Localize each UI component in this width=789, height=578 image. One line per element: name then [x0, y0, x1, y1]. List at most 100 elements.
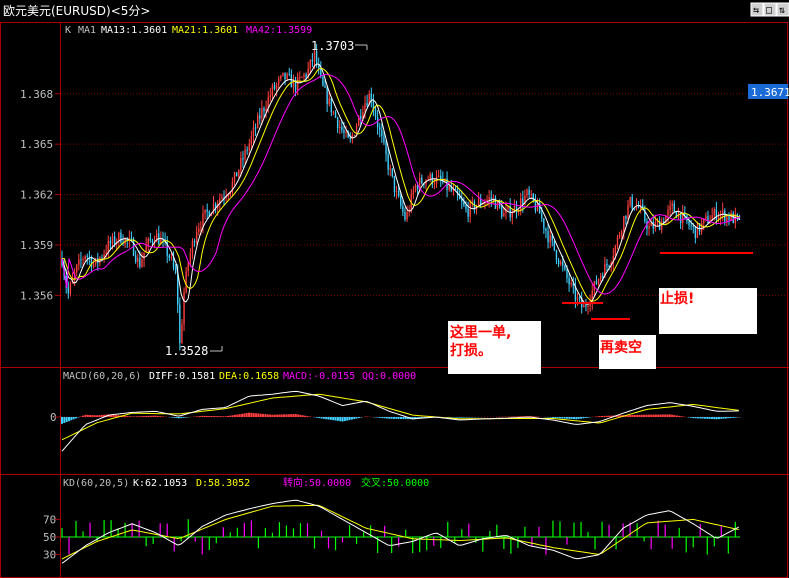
- macd-bar: [229, 415, 232, 417]
- macd-bar: [224, 416, 227, 417]
- candle-body: [520, 198, 522, 211]
- note-1-line2: 打损。: [450, 342, 492, 359]
- candle-body: [250, 135, 253, 144]
- candle-body: [381, 129, 383, 137]
- svg-text:□: □: [766, 5, 772, 16]
- k-label: K: [65, 25, 71, 36]
- candle-body: [67, 287, 70, 294]
- candle-body: [599, 275, 602, 279]
- candle-body: [393, 175, 396, 192]
- candle-body: [412, 190, 415, 194]
- ma13-line: [61, 63, 741, 305]
- macd-bar: [701, 417, 704, 419]
- macd-bar: [699, 417, 702, 419]
- macd-bar: [402, 417, 405, 420]
- macd-bar: [692, 417, 695, 419]
- macd-bar: [400, 417, 402, 419]
- macd-bar: [177, 417, 180, 419]
- candle-body: [334, 111, 337, 118]
- candle-body: [562, 261, 564, 266]
- candle-body: [376, 117, 379, 128]
- candle-body: [522, 198, 524, 205]
- macd-bar: [100, 414, 103, 417]
- macd-diff: DIFF:0.1581: [149, 371, 215, 382]
- candle-body: [286, 73, 288, 80]
- macd-bar: [149, 415, 152, 417]
- candle-body: [496, 201, 499, 209]
- macd-bar: [717, 417, 720, 420]
- macd-bar: [350, 417, 353, 420]
- candle-body: [694, 226, 697, 238]
- macd-bar: [703, 417, 706, 419]
- candle-body: [553, 240, 556, 251]
- macd-bar: [86, 414, 89, 417]
- macd-bar: [596, 416, 599, 417]
- candle-body: [602, 275, 604, 278]
- candle-body: [530, 193, 532, 195]
- window-title: 欧元美元(EURUSD)<5分>: [3, 4, 150, 18]
- candle-body: [200, 227, 202, 229]
- macd-bar: [124, 415, 127, 417]
- macd-bar: [633, 414, 636, 417]
- macd-bar: [329, 417, 332, 420]
- macd-bar: [290, 414, 293, 417]
- macd-bar: [652, 414, 655, 417]
- macd-bar: [297, 414, 300, 417]
- candle-body: [170, 257, 173, 259]
- kd-label: KD(60,20,5): [63, 478, 129, 489]
- candle-body: [448, 186, 450, 190]
- candle-body: [566, 268, 568, 278]
- candle-body: [341, 126, 343, 131]
- kd-tick-label: 70: [43, 513, 56, 526]
- candle-body: [183, 292, 185, 325]
- candle-body: [625, 216, 627, 219]
- candle-body: [269, 95, 272, 98]
- macd-bar: [145, 415, 148, 417]
- macd-bar: [519, 416, 522, 417]
- macd-bar: [516, 416, 519, 417]
- candle-body: [583, 305, 585, 308]
- low-label: 1.3528: [165, 344, 208, 358]
- candle-body: [629, 197, 631, 206]
- candle-body: [488, 197, 490, 200]
- nav-buttons[interactable]: ⇆ □ ⇅: [750, 2, 789, 17]
- macd-bar: [654, 414, 657, 417]
- candle-body: [221, 197, 223, 199]
- macd-bar: [201, 415, 204, 417]
- candle-body: [707, 216, 709, 224]
- macd-bar: [643, 414, 646, 417]
- candle-body: [597, 278, 600, 285]
- candle-body: [90, 257, 93, 267]
- macd-bar: [98, 415, 101, 417]
- candle-body: [101, 257, 103, 259]
- price-y-ticks: 1.368 1.365 1.362 1.359 1.356: [20, 88, 61, 302]
- candle-body: [137, 257, 139, 262]
- macd-bar: [196, 416, 199, 417]
- macd-bar: [661, 414, 664, 417]
- candle-body: [366, 103, 368, 106]
- candle-body: [339, 126, 341, 128]
- macd-bar: [283, 414, 286, 417]
- candle-body: [187, 262, 189, 271]
- candle-body: [726, 215, 728, 222]
- candle-body: [705, 216, 707, 219]
- macd-bar: [570, 417, 573, 420]
- candle-body: [608, 265, 610, 267]
- candle-body: [387, 154, 389, 170]
- candle-body: [189, 252, 192, 263]
- macd-bar: [219, 416, 222, 417]
- candle-body: [242, 158, 244, 160]
- macd-bar: [138, 416, 141, 417]
- macd-bar: [381, 417, 384, 419]
- macd-bar: [248, 412, 251, 417]
- macd-bar: [734, 417, 737, 418]
- candle-body: [395, 191, 398, 192]
- candle-body: [621, 231, 623, 235]
- candle-body: [353, 135, 356, 136]
- candle-body: [326, 87, 328, 105]
- macd-bar: [724, 417, 727, 419]
- macd-bar: [308, 416, 311, 417]
- candle-body: [322, 76, 324, 86]
- high-marker: 1.3703: [311, 39, 368, 53]
- candle-body: [290, 74, 293, 88]
